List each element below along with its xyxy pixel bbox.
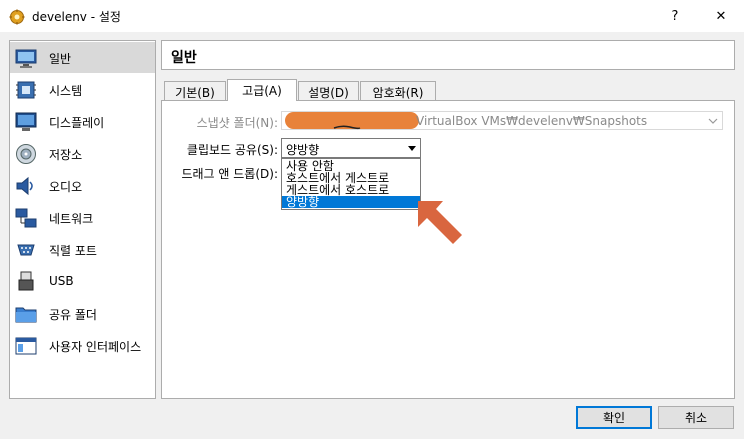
annotation-scribble [333, 125, 361, 130]
page-title-box: 일반 [161, 40, 735, 70]
settings-gear-icon [9, 9, 25, 25]
page-title: 일반 [171, 50, 197, 66]
drag-and-drop-label: 드래그 앤 드롭(D): [181, 167, 278, 181]
sidebar-item-serial-port[interactable]: 직렬 포트 [10, 234, 155, 265]
sidebar-item-shared-folders[interactable]: 공유 폴더 [10, 298, 155, 329]
clipboard-option-bidirectional[interactable]: 양방향 [282, 196, 420, 208]
sidebar-item-label: 저장소 [49, 148, 83, 162]
ok-button[interactable]: 확인 [576, 406, 652, 429]
annotation-arrow-icon [418, 201, 462, 244]
audio-speaker-icon [16, 176, 33, 196]
network-icon [15, 208, 37, 228]
help-button[interactable]: ? [652, 0, 698, 32]
title-bar: develenv - 설정 ? ✕ [0, 0, 744, 32]
sidebar-item-network[interactable]: 네트워크 [10, 202, 155, 233]
sidebar-item-label: 디스플레이 [49, 116, 105, 130]
sidebar-item-general[interactable]: 일반 [10, 42, 155, 73]
close-window-button[interactable]: ✕ [698, 0, 744, 32]
tab-basic[interactable]: 기본(B) [164, 81, 226, 100]
usb-icon [18, 271, 34, 291]
sidebar-item-label: 오디오 [49, 180, 83, 194]
display-monitor-icon [15, 112, 37, 131]
dropdown-arrow-icon[interactable] [408, 146, 416, 151]
sidebar-item-label: 직렬 포트 [49, 244, 97, 258]
sidebar-item-label: 공유 폴더 [49, 308, 97, 322]
system-chip-icon [16, 81, 36, 99]
clipboard-dropdown-list: 사용 안함 호스트에서 게스트로 게스트에서 호스트로 양방향 [281, 158, 421, 210]
window-title: develenv - 설정 [32, 10, 121, 24]
tab-advanced[interactable]: 고급(A) [227, 79, 297, 101]
sidebar-item-usb[interactable]: USB [10, 266, 155, 297]
snapshot-folder-label: 스냅샷 폴더(N): [196, 116, 278, 130]
sidebar-item-user-interface[interactable]: 사용자 인터페이스 [10, 330, 155, 361]
clipboard-selected-value: 양방향 [286, 143, 320, 157]
general-monitor-icon [15, 49, 37, 68]
clipboard-label: 클립보드 공유(S): [186, 143, 278, 157]
advanced-panel: 스냅샷 폴더(N): VirtualBox VMs₩develenv₩Snaps… [161, 100, 735, 399]
settings-sidebar: 일반 시스템 디스플레이 저장소 오디오 네트워크 직렬 포트 USB 공유 폴… [9, 40, 156, 399]
clipboard-select[interactable]: 양방향 [281, 138, 421, 158]
tab-encryption[interactable]: 암호화(R) [360, 81, 436, 100]
sidebar-item-label: 사용자 인터페이스 [49, 340, 142, 354]
snapshot-folder-path: VirtualBox VMs₩develenv₩Snapshots [416, 114, 648, 128]
shared-folder-icon [15, 307, 37, 323]
serial-port-icon [17, 244, 35, 256]
sidebar-item-storage[interactable]: 저장소 [10, 138, 155, 169]
sidebar-item-system[interactable]: 시스템 [10, 74, 155, 105]
sidebar-item-display[interactable]: 디스플레이 [10, 106, 155, 137]
tab-description[interactable]: 설명(D) [298, 81, 359, 100]
sidebar-item-label: USB [49, 274, 74, 288]
user-interface-icon [15, 337, 37, 355]
sidebar-item-label: 시스템 [49, 84, 83, 98]
cancel-button[interactable]: 취소 [658, 406, 734, 429]
sidebar-item-label: 일반 [49, 52, 72, 66]
sidebar-item-audio[interactable]: 오디오 [10, 170, 155, 201]
chevron-down-icon[interactable] [706, 114, 720, 128]
storage-disk-icon [16, 144, 36, 164]
sidebar-item-label: 네트워크 [49, 212, 94, 226]
